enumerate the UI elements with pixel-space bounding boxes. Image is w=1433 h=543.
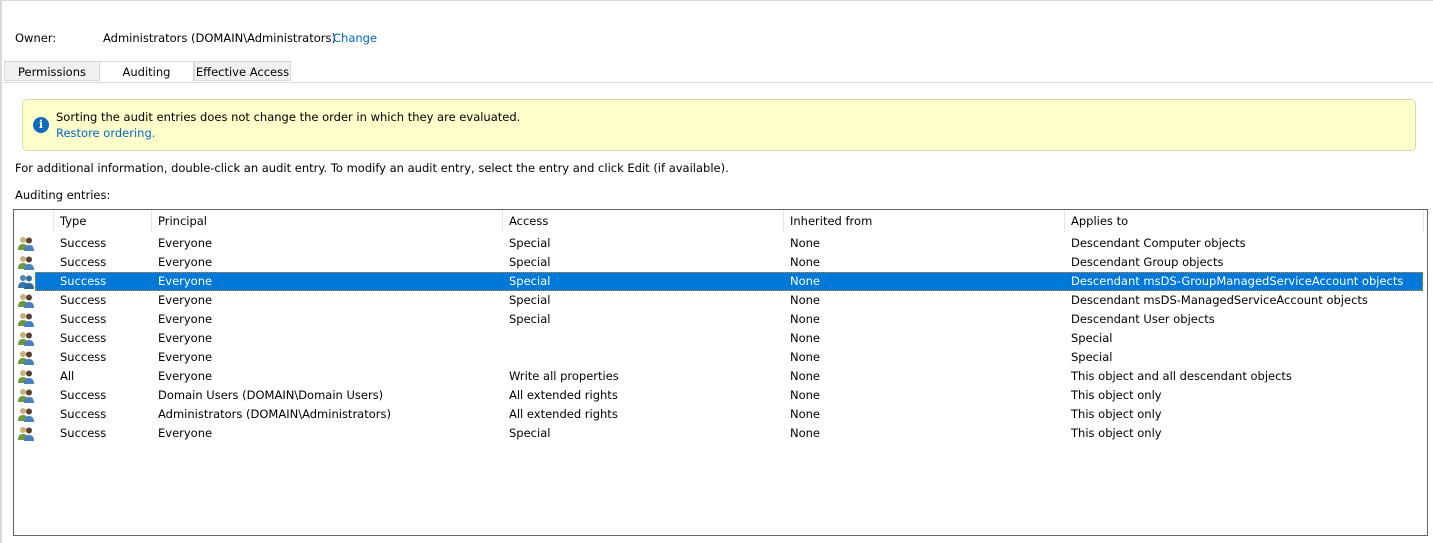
window-top-border	[0, 0, 1433, 1]
cell-applies-to: Special	[1071, 350, 1113, 364]
cell-applies-to: This object only	[1071, 407, 1162, 421]
column-header-applies-to[interactable]: Applies to	[1064, 210, 1424, 232]
cell-principal: Everyone	[158, 274, 213, 288]
users-group-icon	[18, 426, 34, 441]
users-group-icon	[18, 312, 34, 327]
cell-applies-to: Descendant msDS-GroupManagedServiceAccou…	[1071, 274, 1404, 288]
users-group-icon	[18, 369, 34, 384]
cell-inherited-from: None	[790, 274, 821, 288]
cell-type: Success	[60, 350, 107, 364]
info-icon: i	[33, 117, 49, 133]
cell-inherited-from: None	[790, 312, 821, 326]
cell-access: All extended rights	[509, 388, 618, 402]
info-message: Sorting the audit entries does not chang…	[56, 110, 521, 124]
table-row[interactable]: Success Administrators (DOMAIN\Administra…	[14, 405, 1424, 424]
cell-access: Special	[509, 312, 551, 326]
cell-inherited-from: None	[790, 369, 821, 383]
cell-access: Special	[509, 236, 551, 250]
table-row[interactable]: Success Domain Users (DOMAIN\Domain Users…	[14, 386, 1424, 405]
cell-inherited-from: None	[790, 350, 821, 364]
table-row[interactable]: All Everyone Write all properties None This …	[14, 367, 1424, 386]
column-header-access[interactable]: Access	[502, 210, 783, 232]
cell-inherited-from: None	[790, 407, 821, 421]
tab-divider	[2, 82, 1433, 83]
cell-applies-to: This object only	[1071, 388, 1162, 402]
table-row[interactable]: Success Everyone Special None Descendant msD…	[14, 272, 1424, 291]
table-row[interactable]: Success Everyone Special None This object on…	[14, 424, 1424, 443]
cell-access: Special	[509, 255, 551, 269]
cell-inherited-from: None	[790, 426, 821, 440]
tab-auditing[interactable]: Auditing	[99, 61, 194, 83]
users-group-icon	[18, 331, 34, 346]
cell-type: Success	[60, 407, 107, 421]
cell-applies-to: Descendant Group objects	[1071, 255, 1224, 269]
cell-access: Special	[509, 274, 551, 288]
owner-value: Administrators (DOMAIN\Administrators)	[103, 31, 336, 45]
users-group-icon	[18, 236, 34, 251]
restore-ordering-link[interactable]: Restore ordering.	[56, 126, 155, 140]
info-bar: i Sorting the audit entries does not cha…	[22, 99, 1416, 151]
users-group-icon	[18, 388, 34, 403]
users-group-icon	[18, 350, 34, 365]
cell-principal: Everyone	[158, 350, 213, 364]
cell-type: Success	[60, 236, 107, 250]
cell-type: Success	[60, 312, 107, 326]
users-group-icon	[18, 407, 34, 422]
users-group-icon	[18, 255, 34, 270]
cell-inherited-from: None	[790, 236, 821, 250]
cell-principal: Everyone	[158, 293, 213, 307]
list-header: Type Principal Access Inherited from App…	[14, 210, 1427, 232]
cell-type: Success	[60, 274, 107, 288]
cell-type: Success	[60, 331, 107, 345]
change-owner-link[interactable]: Change	[333, 30, 377, 46]
cell-inherited-from: None	[790, 388, 821, 402]
cell-applies-to: Descendant Computer objects	[1071, 236, 1246, 250]
table-row[interactable]: Success Everyone None Special	[14, 348, 1424, 367]
help-text: For additional information, double-click…	[15, 161, 729, 175]
cell-principal: Everyone	[158, 369, 213, 383]
column-header-principal[interactable]: Principal	[151, 210, 502, 232]
cell-principal: Administrators (DOMAIN\Administrators)	[158, 407, 391, 421]
auditing-entries-list[interactable]: Type Principal Access Inherited from App…	[13, 209, 1428, 536]
users-group-icon	[18, 274, 34, 289]
cell-access: Special	[509, 293, 551, 307]
cell-principal: Everyone	[158, 426, 213, 440]
cell-principal: Everyone	[158, 331, 213, 345]
cell-principal: Everyone	[158, 312, 213, 326]
cell-principal: Domain Users (DOMAIN\Domain Users)	[158, 388, 384, 402]
owner-label: Owner:	[15, 31, 57, 45]
users-group-icon	[18, 293, 34, 308]
cell-type: Success	[60, 426, 107, 440]
tab-effective-access[interactable]: Effective Access	[194, 61, 291, 81]
cell-principal: Everyone	[158, 255, 213, 269]
cell-type: Success	[60, 388, 107, 402]
cell-inherited-from: None	[790, 255, 821, 269]
table-row[interactable]: Success Everyone Special None Descendant msD…	[14, 291, 1424, 310]
cell-access: Write all properties	[509, 369, 619, 383]
cell-inherited-from: None	[790, 293, 821, 307]
column-header-type[interactable]: Type	[53, 210, 151, 232]
cell-applies-to: Special	[1071, 331, 1113, 345]
auditing-entries-label: Auditing entries:	[15, 188, 111, 202]
cell-type: Success	[60, 255, 107, 269]
table-row[interactable]: Success Everyone Special None Descendant Gro…	[14, 253, 1424, 272]
cell-applies-to: Descendant User objects	[1071, 312, 1215, 326]
column-header-inherited-from[interactable]: Inherited from	[783, 210, 1064, 232]
table-row[interactable]: Success Everyone None Special	[14, 329, 1424, 348]
table-row[interactable]: Success Everyone Special None Descendant Com…	[14, 234, 1424, 253]
cell-access: All extended rights	[509, 407, 618, 421]
tab-permissions[interactable]: Permissions	[4, 61, 100, 81]
cell-applies-to: Descendant msDS-ManagedServiceAccount ob…	[1071, 293, 1368, 307]
table-row[interactable]: Success Everyone Special None Descendant Use…	[14, 310, 1424, 329]
cell-access: Special	[509, 426, 551, 440]
cell-inherited-from: None	[790, 331, 821, 345]
cell-type: All	[60, 369, 75, 383]
cell-applies-to: This object and all descendant objects	[1071, 369, 1292, 383]
cell-principal: Everyone	[158, 236, 213, 250]
cell-type: Success	[60, 293, 107, 307]
cell-applies-to: This object only	[1071, 426, 1162, 440]
